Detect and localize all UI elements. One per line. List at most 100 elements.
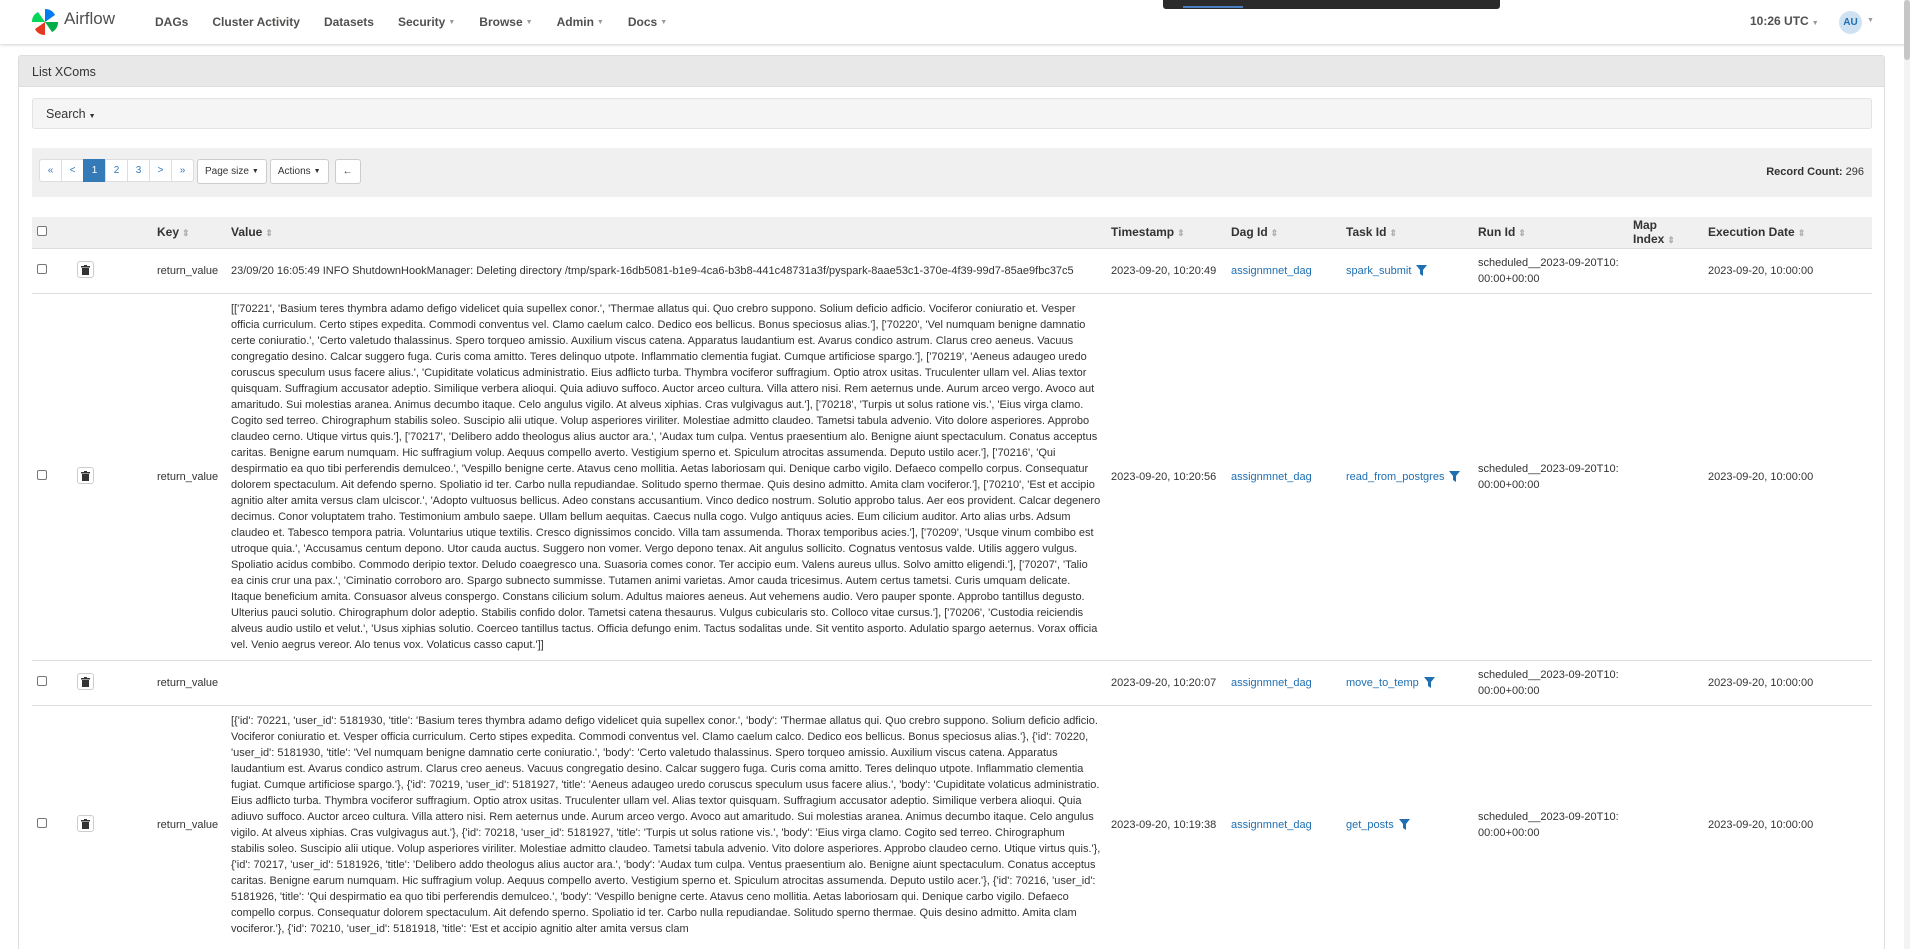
toast-bar <box>1163 0 1500 9</box>
filter-icon[interactable] <box>1423 677 1435 689</box>
page-prev-button[interactable]: < <box>61 159 84 182</box>
table-row: return_value [['70221', 'Basium teres th… <box>32 292 1872 660</box>
row-checkbox[interactable] <box>37 469 47 480</box>
task-id-cell: get_posts <box>1341 704 1473 944</box>
task-id-link[interactable]: get_posts <box>1346 819 1394 831</box>
column-header-execution-date[interactable]: Execution Date ⇕ <box>1703 217 1872 248</box>
run-id-header-label: Run Id <box>1478 225 1516 240</box>
sort-icon: ⇕ <box>1518 228 1526 239</box>
value-cell: [{'id': 70221, 'user_id': 5181930, 'titl… <box>226 704 1106 944</box>
task-id-link[interactable]: spark_submit <box>1346 265 1411 277</box>
timestamp-cell: 2023-09-20, 10:20:07 <box>1106 659 1226 705</box>
record-count: Record Count: 296 <box>1766 166 1864 178</box>
key-cell: return_value <box>152 704 226 944</box>
key-header-label: Key <box>157 225 180 240</box>
caret-down-icon: ▼ <box>251 168 259 175</box>
nav-browse[interactable]: Browse ▼ <box>467 15 544 29</box>
pagination: « < 1 2 3 > » Page size ▼ Actions ▼ ← <box>39 159 361 184</box>
delete-button[interactable] <box>77 261 94 279</box>
column-header-value[interactable]: Value ⇕ <box>226 217 1106 248</box>
list-toolbar: « < 1 2 3 > » Page size ▼ Actions ▼ ← Reco… <box>32 148 1872 197</box>
column-header-run-id[interactable]: Run Id ⇕ <box>1473 217 1628 248</box>
filter-icon[interactable] <box>1416 265 1428 277</box>
page-2-button[interactable]: 2 <box>105 159 128 182</box>
sort-icon: ⇕ <box>1177 228 1185 239</box>
pinwheel-logo-icon <box>32 9 58 35</box>
dag-id-link[interactable]: assignmnet_dag <box>1231 677 1312 689</box>
actions-dropdown[interactable]: Actions ▼ <box>269 159 329 184</box>
column-header-dag-id[interactable]: Dag Id ⇕ <box>1226 217 1341 248</box>
execution-date-cell: 2023-09-20, 10:00:00 <box>1703 704 1872 944</box>
nav-security[interactable]: Security ▼ <box>386 15 467 29</box>
page-first-button[interactable]: « <box>39 159 62 182</box>
arrow-left-icon: ← <box>342 166 353 177</box>
delete-button[interactable] <box>77 815 94 833</box>
trash-icon <box>81 264 90 275</box>
column-header-task-id[interactable]: Task Id ⇕ <box>1341 217 1473 248</box>
nav-admin[interactable]: Admin ▼ <box>545 15 616 29</box>
page-3-button[interactable]: 3 <box>127 159 150 182</box>
caret-down-icon: ▼ <box>1867 17 1874 24</box>
select-all-checkbox[interactable] <box>37 226 47 237</box>
task-id-link[interactable]: move_to_temp <box>1346 677 1419 689</box>
user-avatar[interactable]: AU <box>1839 11 1862 34</box>
row-checkbox[interactable] <box>37 817 47 828</box>
page-scrollbar[interactable] <box>1904 0 1910 949</box>
column-header-map-index[interactable]: Map Index ⇕ <box>1628 217 1703 248</box>
row-actions-cell <box>72 292 152 660</box>
page-last-button[interactable]: » <box>171 159 194 182</box>
search-toggle[interactable]: Search ▼ <box>32 98 1872 129</box>
timestamp-cell: 2023-09-20, 10:20:56 <box>1106 292 1226 660</box>
key-cell: return_value <box>152 292 226 660</box>
trash-icon <box>81 676 90 687</box>
row-actions-cell <box>72 247 152 293</box>
filter-icon[interactable] <box>1398 819 1410 831</box>
timestamp-cell: 2023-09-20, 10:19:38 <box>1106 704 1226 944</box>
toast-highlight <box>1183 6 1243 8</box>
execution-date-cell: 2023-09-20, 10:00:00 <box>1703 292 1872 660</box>
task-id-link[interactable]: read_from_postgres <box>1346 471 1444 483</box>
airflow-logo-link[interactable]: Airflow <box>30 7 115 37</box>
caret-down-icon: ▼ <box>1811 20 1819 27</box>
caret-down-icon: ▼ <box>660 18 668 26</box>
delete-button[interactable] <box>77 467 94 485</box>
page-1-button[interactable]: 1 <box>83 159 106 182</box>
actions-label: Actions <box>277 166 311 177</box>
sort-icon: ⇕ <box>1389 228 1398 239</box>
nav-dags[interactable]: DAGs <box>143 15 200 29</box>
nav-docs-label: Docs <box>627 15 658 29</box>
nav-cluster-activity[interactable]: Cluster Activity <box>200 15 312 29</box>
execution-date-cell: 2023-09-20, 10:00:00 <box>1703 247 1872 293</box>
nav-datasets[interactable]: Datasets <box>312 15 386 29</box>
caret-down-icon: ▼ <box>88 113 96 120</box>
scrollbar-thumb[interactable] <box>1904 0 1910 60</box>
select-all-cell <box>32 217 72 248</box>
nav-security-label: Security <box>397 15 446 29</box>
back-button[interactable]: ← <box>334 159 361 184</box>
map-index-cell <box>1628 659 1703 705</box>
run-id-cell: scheduled__2023-09-20T10:00:00+00:00 <box>1473 704 1628 944</box>
row-checkbox[interactable] <box>37 675 47 686</box>
caret-down-icon: ▼ <box>525 18 533 26</box>
value-cell: [['70221', 'Basium teres thymbra adamo d… <box>226 292 1106 660</box>
page-size-dropdown[interactable]: Page size ▼ <box>197 159 267 184</box>
nav-docs[interactable]: Docs ▼ <box>616 15 679 29</box>
filter-icon[interactable] <box>1449 471 1461 483</box>
nav-cluster-activity-label: Cluster Activity <box>212 15 300 29</box>
sort-icon: ⇕ <box>1270 228 1279 239</box>
dag-id-link[interactable]: assignmnet_dag <box>1231 471 1312 483</box>
page-next-button[interactable]: > <box>149 159 172 182</box>
dag-id-link[interactable]: assignmnet_dag <box>1231 819 1312 831</box>
row-actions-cell <box>72 704 152 944</box>
column-header-timestamp[interactable]: Timestamp ⇕ <box>1106 217 1226 248</box>
main-nav: DAGs Cluster Activity Datasets Security ▼… <box>143 15 679 29</box>
utc-clock[interactable]: 10:26 UTC ▼ <box>1750 14 1819 28</box>
key-cell: return_value <box>152 659 226 705</box>
dag-id-link[interactable]: assignmnet_dag <box>1231 265 1312 277</box>
column-header-key[interactable]: Key ⇕ <box>152 217 226 248</box>
row-checkbox[interactable] <box>37 263 47 274</box>
delete-button[interactable] <box>77 673 94 691</box>
map-index-cell <box>1628 247 1703 293</box>
run-id-cell: scheduled__2023-09-20T10:00:00+00:00 <box>1473 247 1628 293</box>
caret-down-icon: ▼ <box>448 18 456 26</box>
